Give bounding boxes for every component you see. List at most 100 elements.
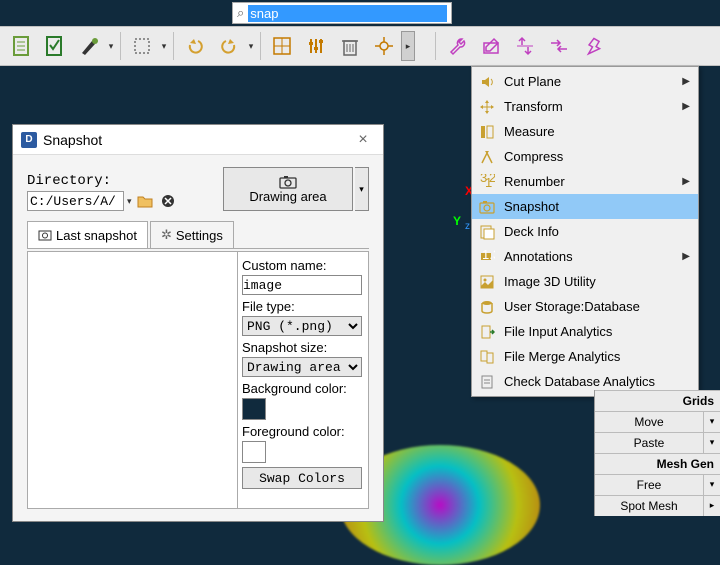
filein-icon: [476, 323, 498, 341]
brush-icon[interactable]: [74, 31, 104, 61]
ruler-icon: [476, 123, 498, 141]
speaker-icon: [476, 73, 498, 91]
bolt-icon[interactable]: [578, 31, 608, 61]
menu-item-label: Cut Plane: [504, 74, 682, 89]
undo-icon[interactable]: [180, 31, 210, 61]
target-dropdown[interactable]: ▸: [401, 31, 415, 61]
tab-last-snapshot[interactable]: Last snapshot: [27, 221, 148, 248]
menu-item-transform[interactable]: Transform▶: [472, 94, 698, 119]
menu-item-label: File Merge Analytics: [504, 349, 690, 364]
folder-icon[interactable]: [135, 191, 155, 211]
file-type-label: File type:: [242, 299, 364, 314]
custom-name-label: Custom name:: [242, 258, 364, 273]
menu-item-measure[interactable]: Measure: [472, 119, 698, 144]
arrows-horiz-icon[interactable]: [544, 31, 574, 61]
move-icon: [476, 98, 498, 116]
snapshot-preview: [28, 252, 238, 508]
select-dropdown[interactable]: ▾: [159, 41, 169, 52]
axis-z-label: z: [465, 221, 470, 232]
paste-button[interactable]: Paste: [595, 433, 704, 453]
document-icon[interactable]: [6, 31, 36, 61]
drawing-area-dropdown[interactable]: ▾: [355, 167, 369, 211]
separator: [435, 32, 436, 60]
menu-item-cut-plane[interactable]: Cut Plane▶: [472, 69, 698, 94]
directory-input[interactable]: [27, 191, 124, 211]
clear-icon[interactable]: [158, 191, 178, 211]
file-type-select[interactable]: PNG (*.png): [242, 316, 362, 336]
dialog-titlebar[interactable]: D Snapshot ×: [13, 125, 383, 155]
menu-item-label: Annotations: [504, 249, 682, 264]
menu-item-file-merge-analytics[interactable]: File Merge Analytics: [472, 344, 698, 369]
chevron-right-icon[interactable]: ▸: [704, 496, 720, 516]
trash-icon[interactable]: [335, 31, 365, 61]
snapshot-dialog: D Snapshot × Directory: ▾ Drawing area ▾: [12, 124, 384, 522]
menu-item-renumber[interactable]: 312 Renumber▶: [472, 169, 698, 194]
deck-icon: [476, 223, 498, 241]
foreground-color-label: Foreground color:: [242, 424, 364, 439]
menu-item-compress[interactable]: Compress: [472, 144, 698, 169]
camera-icon: [476, 198, 498, 216]
menu-item-user-storage-database[interactable]: User Storage:Database: [472, 294, 698, 319]
grids-header: Grids: [595, 390, 720, 411]
brush-dropdown[interactable]: ▾: [106, 41, 116, 52]
dialog-title: Snapshot: [43, 132, 351, 148]
img3d-icon: [476, 273, 498, 291]
chevron-down-icon[interactable]: ▾: [127, 196, 132, 207]
select-icon[interactable]: [127, 31, 157, 61]
sliders-icon[interactable]: [301, 31, 331, 61]
move-button[interactable]: Move: [595, 412, 704, 432]
gear-icon: ✲: [161, 227, 172, 243]
menu-item-label: Compress: [504, 149, 690, 164]
compress-icon: [476, 148, 498, 166]
menu-item-label: Measure: [504, 124, 690, 139]
foreground-color-swatch[interactable]: [242, 441, 266, 463]
side-panel: Grids Move▾ Paste▾ Mesh Gen Free▾ Spot M…: [594, 390, 720, 516]
spot-mesh-button[interactable]: Spot Mesh: [595, 496, 704, 516]
arrows-vert-icon[interactable]: [510, 31, 540, 61]
background-color-swatch[interactable]: [242, 398, 266, 420]
chevron-right-icon: ▶: [682, 176, 690, 187]
filemerge-icon: [476, 348, 498, 366]
background-color-label: Background color:: [242, 381, 364, 396]
db-icon: [476, 298, 498, 316]
search-input[interactable]: [248, 5, 447, 22]
meshgen-header: Mesh Gen: [595, 453, 720, 474]
menu-item-image-3d-utility[interactable]: Image 3D Utility: [472, 269, 698, 294]
menu-item-label: Snapshot: [504, 199, 690, 214]
custom-name-input[interactable]: [242, 275, 362, 295]
menu-item-annotations[interactable]: 1.3Annotations▶: [472, 244, 698, 269]
menu-item-deck-info[interactable]: Deck Info: [472, 219, 698, 244]
directory-label: Directory:: [27, 173, 215, 189]
wrench-icon[interactable]: [442, 31, 472, 61]
split-icon[interactable]: [267, 31, 297, 61]
svg-text:2: 2: [489, 174, 495, 185]
separator: [120, 32, 121, 60]
swap-colors-button[interactable]: Swap Colors: [242, 467, 362, 489]
menu-item-file-input-analytics[interactable]: File Input Analytics: [472, 319, 698, 344]
chevron-right-icon: ▶: [682, 101, 690, 112]
chevron-down-icon[interactable]: ▾: [704, 475, 720, 495]
redo-dropdown[interactable]: ▾: [246, 41, 256, 52]
snapshot-size-select[interactable]: Drawing area: [242, 357, 362, 377]
menu-item-label: Renumber: [504, 174, 682, 189]
drawing-area-label: Drawing area: [249, 189, 326, 204]
target-icon[interactable]: [369, 31, 399, 61]
redo-icon[interactable]: [214, 31, 244, 61]
dialog-app-icon: D: [21, 132, 37, 148]
annot-icon: 1.3: [476, 248, 498, 266]
tab-settings[interactable]: ✲ Settings: [150, 221, 234, 248]
chevron-down-icon[interactable]: ▾: [704, 433, 720, 453]
chevron-right-icon: ▶: [682, 76, 690, 87]
free-button[interactable]: Free: [595, 475, 704, 495]
search-bar[interactable]: ⌕: [232, 2, 452, 24]
close-icon[interactable]: ×: [351, 131, 375, 149]
chevron-down-icon[interactable]: ▾: [704, 412, 720, 432]
search-icon: ⌕: [237, 5, 244, 21]
edit-layer-icon[interactable]: [476, 31, 506, 61]
tools-context-menu: Cut Plane▶Transform▶MeasureCompress312Re…: [471, 66, 699, 397]
menu-item-label: File Input Analytics: [504, 324, 690, 339]
drawing-area-button[interactable]: Drawing area: [223, 167, 353, 211]
checklist-icon[interactable]: [40, 31, 70, 61]
menu-item-snapshot[interactable]: Snapshot: [472, 194, 698, 219]
renumber-icon: 312: [476, 173, 498, 191]
